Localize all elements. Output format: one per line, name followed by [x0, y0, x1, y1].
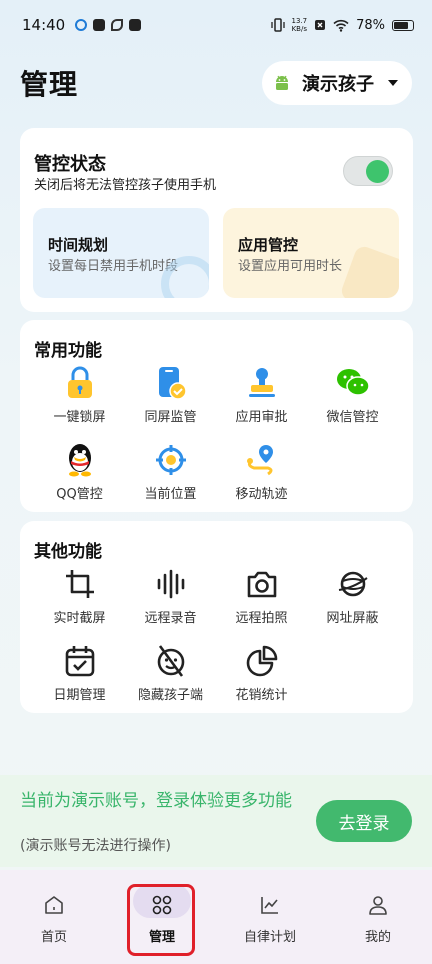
func-label: 一键锁屏	[53, 410, 106, 425]
func-label: 远程拍照	[235, 611, 288, 626]
chart-line-icon	[261, 897, 278, 914]
stamp-icon	[248, 368, 275, 397]
cube-deco-icon	[339, 244, 399, 298]
func-url-block[interactable]: 网址屏蔽	[307, 565, 398, 631]
control-status-title: 管控状态	[34, 154, 106, 175]
soundwave-icon	[157, 569, 184, 599]
page-title: 管理	[20, 68, 79, 101]
func-label: 微信管控	[326, 410, 379, 425]
func-label: 应用审批	[235, 410, 288, 425]
bottom-nav: 首页 管理 自律计划 我的	[0, 870, 432, 964]
leaf-notif-icon	[111, 19, 124, 31]
camera-icon	[247, 571, 276, 598]
location-target-icon	[155, 445, 186, 475]
wechat-icon	[336, 369, 370, 396]
calendar-check-icon	[65, 646, 94, 677]
demo-banner-sub: (演示账号无法进行操作)	[20, 838, 171, 854]
lock-icon	[67, 366, 92, 398]
battery-percent: 78%	[356, 17, 385, 33]
app-control-tile[interactable]: 应用管控 设置应用可用时长	[223, 208, 399, 298]
vibrate-icon	[270, 18, 285, 32]
control-toggle[interactable]	[343, 156, 393, 186]
child-name: 演示孩子	[302, 74, 374, 95]
browser-notif-icon	[75, 19, 88, 31]
phone-check-icon	[158, 367, 187, 400]
pie-chart-icon	[246, 645, 277, 677]
sim-x-icon	[315, 20, 326, 30]
func-remote-photo[interactable]: 远程拍照	[216, 565, 307, 631]
toggle-knob	[366, 160, 389, 183]
chevron-down-icon	[388, 80, 398, 86]
func-qq-control[interactable]: QQ管控	[34, 441, 125, 507]
nav-label: 我的	[364, 930, 391, 945]
home-icon	[45, 896, 63, 914]
qq-icon	[68, 444, 91, 477]
func-label: 同屏监管	[144, 410, 197, 425]
func-wechat-control[interactable]: 微信管控	[307, 364, 398, 430]
func-lock-screen[interactable]: 一键锁屏	[34, 364, 125, 430]
status-time: 14:40	[22, 16, 66, 34]
wifi-icon	[333, 19, 349, 32]
person-icon	[369, 896, 387, 915]
func-remote-recording[interactable]: 远程录音	[125, 565, 216, 631]
func-date-management[interactable]: 日期管理	[34, 642, 125, 708]
func-realtime-screenshot[interactable]: 实时截屏	[34, 565, 125, 631]
control-status-card: 管控状态 关闭后将无法管控孩子使用手机 时间规划 设置每日禁用手机时段 应用管控…	[20, 128, 413, 312]
func-label: 当前位置	[144, 487, 197, 502]
control-status-desc: 关闭后将无法管控孩子使用手机	[34, 178, 217, 193]
nav-mine[interactable]: 我的	[324, 870, 432, 964]
child-selector[interactable]: 演示孩子	[262, 61, 412, 105]
other-functions-card: 其他功能 实时截屏 远程录音 远程拍照 网址屏蔽 日期管理 隐藏孩子端 花销统计	[20, 521, 413, 713]
time-plan-desc: 设置每日禁用手机时段	[48, 259, 179, 274]
func-label: 实时截屏	[53, 611, 106, 626]
func-label: 移动轨迹	[235, 487, 288, 502]
apps-icon	[152, 895, 172, 915]
func-screen-monitor[interactable]: 同屏监管	[125, 364, 216, 430]
globe-block-icon	[338, 571, 368, 597]
func-app-approval[interactable]: 应用审批	[216, 364, 307, 430]
nav-self-discipline[interactable]: 自律计划	[216, 870, 324, 964]
net-speed: 13.7 KB/s	[291, 17, 308, 33]
func-hide-child-app[interactable]: 隐藏孩子端	[125, 642, 216, 708]
func-movement-track[interactable]: 移动轨迹	[216, 441, 307, 507]
func-label: 隐藏孩子端	[137, 688, 203, 703]
func-current-location[interactable]: 当前位置	[125, 441, 216, 507]
time-plan-tile[interactable]: 时间规划 设置每日禁用手机时段	[33, 208, 209, 298]
app-notif-icon	[93, 19, 106, 31]
hidden-face-icon	[157, 645, 184, 677]
func-spending-stats[interactable]: 花销统计	[216, 642, 307, 708]
func-label: QQ管控	[56, 487, 103, 502]
android-icon	[276, 75, 288, 90]
func-label: 远程录音	[144, 611, 197, 626]
common-functions-card: 常用功能 一键锁屏 同屏监管 应用审批 微信管控 QQ管控 当前位置 移动轨迹	[20, 320, 413, 512]
battery-icon	[392, 19, 414, 31]
time-plan-title: 时间规划	[48, 236, 109, 254]
nav-home[interactable]: 首页	[0, 870, 108, 964]
header: 管理 演示孩子	[20, 60, 412, 106]
app-control-title: 应用管控	[238, 236, 299, 254]
demo-banner-main: 当前为演示账号，登录体验更多功能	[20, 791, 292, 811]
nav-label: 自律计划	[243, 930, 296, 945]
func-label: 网址屏蔽	[326, 611, 379, 626]
crop-icon	[65, 570, 94, 598]
login-button[interactable]: 去登录	[316, 800, 412, 842]
func-label: 日期管理	[53, 688, 106, 703]
nav-label: 首页	[40, 930, 67, 945]
func-label: 花销统计	[235, 688, 288, 703]
other-functions-title: 其他功能	[34, 542, 102, 562]
mail-notif-icon	[129, 19, 142, 31]
status-bar: 14:40 13.7 KB/s 78%	[0, 0, 432, 50]
common-functions-title: 常用功能	[34, 341, 102, 361]
demo-login-banner: 当前为演示账号，登录体验更多功能 (演示账号无法进行操作) 去登录	[0, 775, 432, 867]
route-icon	[246, 445, 273, 476]
app-control-desc: 设置应用可用时长	[238, 259, 343, 274]
